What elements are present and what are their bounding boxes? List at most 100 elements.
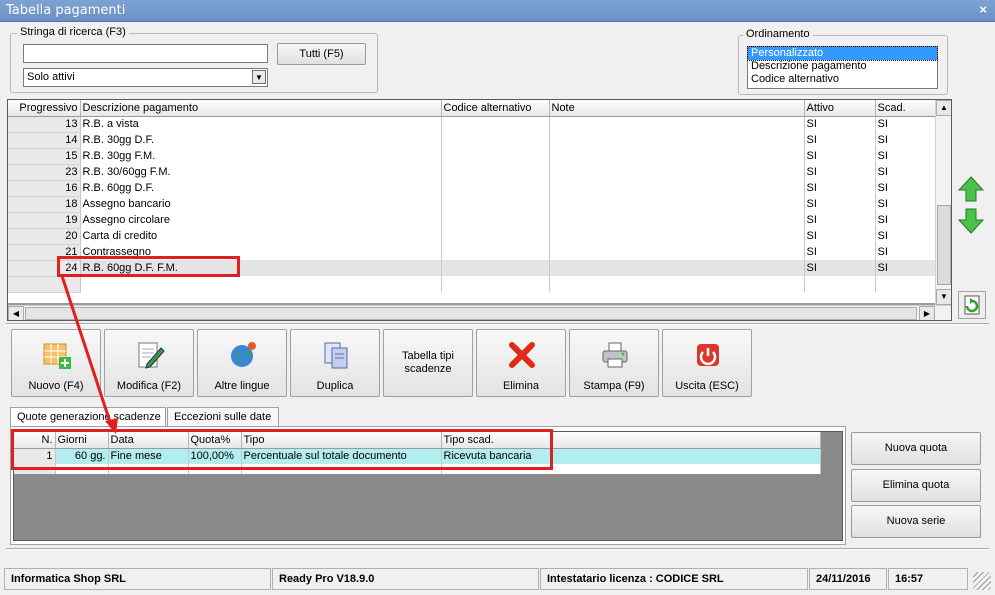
table-row[interactable]: 24 R.B. 60gg D.F. F.M. SI SI — [8, 260, 936, 277]
duplicate-button[interactable]: Duplica — [290, 329, 380, 397]
table-cell — [549, 228, 805, 244]
languages-button[interactable]: Altre lingue — [197, 329, 287, 397]
table-cell: 23 — [8, 164, 81, 181]
table-row[interactable]: 20 Carta di credito SI SI — [8, 228, 936, 245]
chevron-down-icon[interactable]: ▼ — [252, 70, 266, 84]
table-cell — [441, 260, 550, 276]
table-cell: SI — [875, 244, 936, 260]
table-row[interactable]: 15 R.B. 30gg F.M. SI SI — [8, 148, 936, 165]
table-cell — [441, 116, 550, 132]
scroll-left-icon[interactable]: ◀ — [8, 306, 24, 320]
due-types-button[interactable]: Tabella tipi scadenze — [383, 329, 473, 397]
table-cell — [441, 196, 550, 212]
close-icon[interactable]: × — [979, 2, 987, 17]
quote-cell: Fine mese — [108, 448, 189, 464]
edit-button[interactable]: Modifica (F2) — [104, 329, 194, 397]
scroll-up-icon[interactable]: ▲ — [936, 100, 951, 116]
column-header[interactable]: Data — [108, 432, 189, 449]
scroll-thumb[interactable] — [937, 205, 951, 285]
table-cell: R.B. 30/60gg F.M. — [80, 164, 442, 180]
table-cell: R.B. 60gg D.F. F.M. — [80, 260, 442, 276]
column-header[interactable]: Note — [549, 100, 805, 117]
column-header[interactable]: Codice alternativo — [441, 100, 550, 117]
table-row[interactable]: 16 R.B. 60gg D.F. SI SI — [8, 180, 936, 197]
delete-quota-button[interactable]: Elimina quota — [851, 469, 981, 502]
table-row[interactable]: 23 R.B. 30/60gg F.M. SI SI — [8, 164, 936, 181]
new-quota-button[interactable]: Nuova quota — [851, 432, 981, 465]
title-bar: Tabella pagamenti × — [0, 0, 995, 22]
table-row[interactable]: 13 R.B. a vista SI SI — [8, 116, 936, 133]
column-header[interactable]: Tipo — [241, 432, 442, 449]
column-header[interactable]: Descrizione pagamento — [80, 100, 442, 117]
refresh-button[interactable] — [958, 291, 986, 319]
sort-option[interactable]: Codice alternativo — [748, 73, 937, 86]
table-cell: 19 — [8, 212, 81, 229]
column-header[interactable]: Giorni — [55, 432, 109, 449]
table-row[interactable]: 21 Contrassegno SI SI — [8, 244, 936, 261]
exit-button-label: Uscita (ESC) — [675, 380, 739, 392]
filter-select-value: Solo attivi — [27, 71, 75, 83]
table-cell — [80, 276, 442, 292]
new-button[interactable]: Nuovo (F4) — [11, 329, 101, 397]
scroll-right-icon[interactable]: ▶ — [919, 306, 935, 320]
column-header[interactable]: Tipo scad. — [441, 432, 821, 449]
new-series-button[interactable]: Nuova serie — [851, 505, 981, 538]
status-company: Informatica Shop SRL — [4, 568, 271, 590]
table-row[interactable]: 18 Assegno bancario SI SI — [8, 196, 936, 213]
table-cell: SI — [875, 116, 936, 132]
sort-option[interactable]: Descrizione pagamento — [748, 60, 937, 73]
column-header[interactable]: Scad. — [875, 100, 936, 117]
table-cell: 18 — [8, 196, 81, 213]
quote-cell — [241, 464, 442, 474]
table-cell: 24 — [8, 260, 81, 277]
column-header[interactable]: Attivo — [804, 100, 876, 117]
status-time: 16:57 — [888, 568, 968, 590]
table-cell: 16 — [8, 180, 81, 197]
table-horizontal-scrollbar[interactable]: ◀ ▶ — [8, 305, 951, 320]
quote-row-empty[interactable] — [14, 464, 821, 474]
filter-select[interactable]: Solo attivi ▼ — [23, 68, 268, 87]
exit-button[interactable]: Uscita (ESC) — [662, 329, 752, 397]
all-button[interactable]: Tutti (F5) — [277, 43, 366, 65]
table-cell — [441, 148, 550, 164]
table-cell — [441, 180, 550, 196]
tab-quote-generation[interactable]: Quote generazione scadenze — [10, 407, 166, 427]
column-header[interactable]: Quota% — [188, 432, 242, 449]
sort-option[interactable]: Personalizzato — [747, 46, 938, 61]
column-header[interactable]: Progressivo — [8, 100, 81, 117]
table-row-empty[interactable] — [8, 276, 936, 293]
table-row[interactable]: 19 Assegno circolare SI SI — [8, 212, 936, 229]
hscroll-thumb[interactable] — [25, 307, 917, 320]
edit-button-label: Modifica (F2) — [116, 380, 182, 392]
new-button-label: Nuovo (F4) — [28, 380, 84, 392]
table-row[interactable]: 14 R.B. 30gg D.F. SI SI — [8, 132, 936, 149]
status-license: Intestatario licenza : CODICE SRL — [540, 568, 808, 590]
scroll-down-icon[interactable]: ▼ — [936, 289, 951, 305]
window-title: Tabella pagamenti — [6, 3, 126, 18]
tab-date-exceptions[interactable]: Eccezioni sulle date — [167, 407, 279, 426]
print-button[interactable]: Stampa (F9) — [569, 329, 659, 397]
table-cell: Assegno circolare — [80, 212, 442, 228]
column-header[interactable]: N. — [14, 432, 56, 449]
move-up-button[interactable] — [956, 174, 986, 204]
table-cell: 15 — [8, 148, 81, 165]
payments-table: Progressivo Descrizione pagamento Codice… — [7, 99, 952, 321]
resize-grip-icon[interactable] — [973, 572, 991, 590]
search-legend: Stringa di ricerca (F3) — [17, 26, 129, 38]
table-cell: SI — [804, 212, 876, 228]
delete-button[interactable]: Elimina — [476, 329, 566, 397]
quote-row[interactable]: 1 60 gg. Fine mese 100,00% Percentuale sul t… — [14, 448, 821, 464]
quote-cell — [55, 464, 109, 474]
quote-cell — [441, 464, 821, 474]
table-cell: SI — [875, 196, 936, 212]
table-vertical-scrollbar[interactable]: ▲ ▼ — [935, 100, 951, 305]
table-cell — [549, 276, 805, 292]
move-down-button[interactable] — [956, 206, 986, 236]
delete-icon — [509, 342, 535, 368]
quote-cell: 100,00% — [188, 448, 242, 464]
sort-list[interactable]: Personalizzato Descrizione pagamento Cod… — [747, 46, 938, 89]
search-input[interactable] — [23, 44, 268, 63]
table-cell: SI — [804, 116, 876, 132]
table-cell — [549, 260, 805, 276]
payments-table-grid: Progressivo Descrizione pagamento Codice… — [8, 100, 936, 293]
